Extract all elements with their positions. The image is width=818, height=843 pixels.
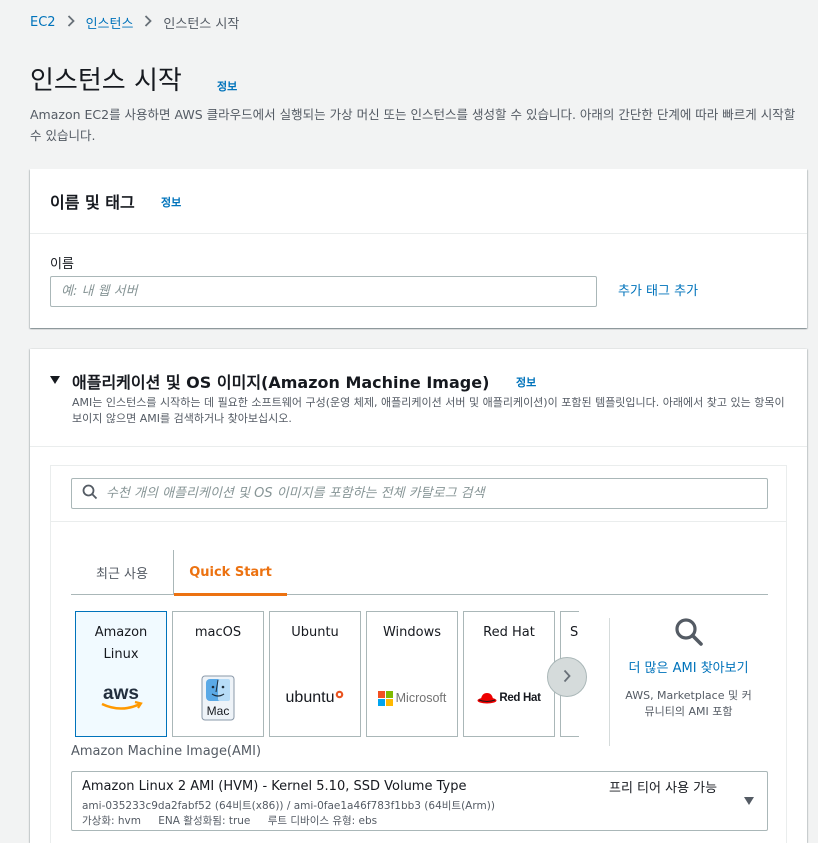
ami-ena: ENA 활성화됨: true <box>158 815 251 827</box>
name-tags-info-link[interactable]: 정보 <box>161 194 181 210</box>
browse-more-ami-link[interactable]: 더 많은 AMI 찾아보기 <box>621 658 756 680</box>
chevron-right-icon <box>67 15 75 30</box>
browse-more-ami-subtext: AWS, Marketplace 및 커뮤니티의 AMI 포함 <box>625 689 752 718</box>
os-card-label: macOS <box>194 625 242 640</box>
os-card-amazon-linux[interactable]: Amazon Linux aws <box>75 611 167 737</box>
free-tier-badge: 프리 티어 사용 가능 <box>609 781 718 796</box>
mac-logo-text: Mac <box>207 704 230 718</box>
mac-logo-icon: Mac <box>173 675 263 721</box>
breadcrumb-ec2[interactable]: EC2 <box>30 15 56 30</box>
breadcrumb-current: 인스턴스 시작 <box>163 17 240 32</box>
ubuntu-logo-icon: ubuntu <box>270 678 360 718</box>
name-label: 이름 <box>50 257 74 272</box>
os-card-label: Windows <box>382 625 442 640</box>
os-card-label: Amazon Linux <box>94 625 148 662</box>
ami-root-device: 루트 디바이스 유형: ebs <box>267 815 378 827</box>
ami-description: AMI는 인스턴스를 시작하는 데 필요한 소프트웨어 구성(운영 체제, 애플… <box>72 396 785 425</box>
breadcrumb-instances[interactable]: 인스턴스 <box>86 13 134 32</box>
search-icon <box>82 484 98 504</box>
microsoft-logo-text: Microsoft <box>395 691 447 705</box>
os-card-ubuntu[interactable]: Ubuntu ubuntu <box>269 611 361 737</box>
tab-quick-start[interactable]: Quick Start <box>173 550 287 596</box>
os-card-label: S <box>570 625 579 640</box>
caret-down-icon[interactable] <box>50 376 60 384</box>
os-card-red-hat[interactable]: Red Hat Red Hat <box>463 611 555 737</box>
os-card-label: Ubuntu <box>291 625 339 640</box>
ami-search-box[interactable] <box>71 478 768 509</box>
caret-down-icon <box>744 797 754 805</box>
ami-meta: 가상화: hvm ENA 활성화됨: true 루트 디바이스 유형: ebs <box>82 813 391 828</box>
os-cards: Amazon Linux aws macOS Mac Ubuntu ubuntu… <box>75 611 579 738</box>
divider <box>609 618 610 746</box>
ami-title[interactable]: 애플리케이션 및 OS 이미지(Amazon Machine Image) <box>72 369 489 393</box>
search-icon[interactable] <box>673 618 705 652</box>
os-card-windows[interactable]: Windows Microsoft <box>366 611 458 737</box>
next-cards-button[interactable] <box>547 657 587 697</box>
ami-panel: 애플리케이션 및 OS 이미지(Amazon Machine Image) 정보… <box>30 349 807 843</box>
page-title: 인스턴스 시작 <box>30 66 182 96</box>
chevron-right-icon <box>144 15 153 30</box>
ami-selected-name: Amazon Linux 2 AMI (HVM) - Kernel 5.10, … <box>82 779 467 794</box>
breadcrumb: EC2 인스턴스 인스턴스 시작 <box>30 13 239 32</box>
page-description: Amazon EC2를 사용하면 AWS 클라우드에서 실행되는 가상 머신 또… <box>30 107 796 143</box>
ami-selector-container: 최근 사용 Quick Start Amazon Linux aws macOS <box>50 465 787 843</box>
redhat-logo-icon: Red Hat <box>464 678 554 718</box>
chevron-right-icon <box>562 668 572 687</box>
page-info-link[interactable]: 정보 <box>217 78 237 94</box>
aws-logo-text: aws <box>103 683 139 704</box>
ubuntu-logo-text: ubuntu <box>285 689 335 706</box>
add-tags-link[interactable]: 추가 태그 추가 <box>618 280 698 299</box>
redhat-logo-text: Red Hat <box>499 692 541 704</box>
ami-select-label: Amazon Machine Image(AMI) <box>71 744 262 759</box>
os-card-macos[interactable]: macOS Mac <box>172 611 264 737</box>
ami-tabs: 최근 사용 Quick Start <box>71 550 768 596</box>
name-tags-header: 이름 및 태그 정보 <box>30 169 807 234</box>
name-input[interactable] <box>50 276 597 307</box>
ami-ids: ami-035233c9da2fabf52 (64비트(x86)) / ami-… <box>82 800 495 812</box>
ami-select[interactable]: Amazon Linux 2 AMI (HVM) - Kernel 5.10, … <box>71 771 768 831</box>
name-tags-panel: 이름 및 태그 정보 이름 추가 태그 추가 <box>30 169 807 328</box>
ami-search-row <box>51 466 786 522</box>
aws-logo-icon: aws <box>76 678 166 718</box>
ami-search-input[interactable] <box>106 486 767 501</box>
tab-recent[interactable]: 최근 사용 <box>71 550 173 594</box>
browse-more-ami: 더 많은 AMI 찾아보기 AWS, Marketplace 및 커뮤니티의 A… <box>621 616 756 720</box>
microsoft-logo-icon: Microsoft <box>367 678 457 718</box>
ami-info-link[interactable]: 정보 <box>516 374 536 390</box>
name-tags-title: 이름 및 태그 <box>50 193 135 212</box>
os-card-label: Red Hat <box>483 625 535 640</box>
ami-header: 애플리케이션 및 OS 이미지(Amazon Machine Image) 정보… <box>30 349 807 447</box>
ami-virtualization: 가상화: hvm <box>82 815 141 827</box>
